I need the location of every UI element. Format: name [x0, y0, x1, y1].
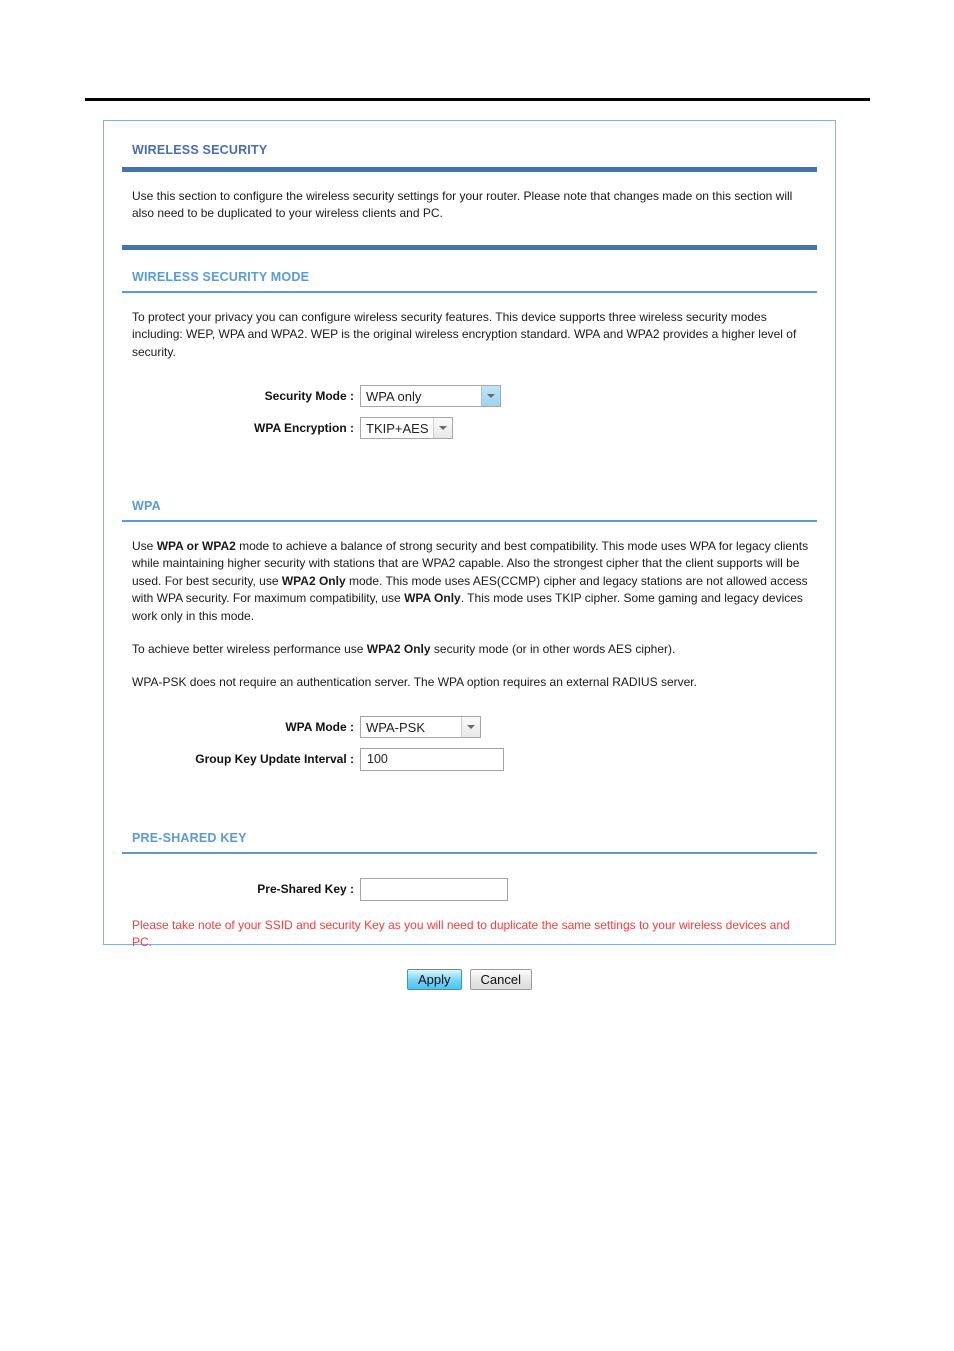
security-warning-text: Please take note of your SSID and securi…	[132, 917, 790, 950]
wpa-encryption-value: TKIP+AES	[366, 421, 429, 437]
security-mode-select[interactable]: WPA only	[360, 384, 501, 407]
page-title: WIRELESS SECURITY	[132, 143, 268, 157]
wpa-desc2-t2: security mode (or in other words AES cip…	[430, 641, 676, 656]
wpa-mode-value: WPA-PSK	[366, 720, 425, 736]
apply-button[interactable]: Apply	[407, 969, 462, 991]
security-mode-label: Security Mode :	[264, 388, 354, 403]
wpa-encryption-label: WPA Encryption :	[254, 420, 354, 435]
wpa-encryption-row: WPA Encryption : TKIP+AES	[122, 416, 817, 439]
section-heading-wpa: WPA	[132, 498, 161, 513]
security-mode-divider	[122, 290, 817, 293]
chevron-down-icon[interactable]	[481, 385, 500, 406]
section-heading-security-mode: WIRELESS SECURITY MODE	[132, 269, 310, 284]
preshared-key-input[interactable]	[360, 877, 508, 901]
wpa-description-1: Use WPA or WPA2 mode to achieve a balanc…	[122, 538, 817, 625]
security-mode-row: Security Mode : WPA only	[122, 384, 817, 407]
wpa-desc1-b3: WPA Only	[404, 591, 461, 606]
wpa-mode-select[interactable]: WPA-PSK	[360, 715, 481, 738]
title-divider	[122, 167, 817, 172]
cancel-button[interactable]: Cancel	[469, 969, 532, 991]
wpa-desc1-t1: Use	[132, 538, 157, 553]
wpa-divider	[122, 519, 817, 522]
section-heading-preshared-key: PRE-SHARED KEY	[132, 830, 247, 845]
group-key-label: Group Key Update Interval :	[195, 752, 354, 767]
chevron-down-icon[interactable]	[433, 417, 452, 438]
wpa-description-2: To achieve better wireless performance u…	[122, 641, 817, 658]
wireless-security-panel: WIRELESS SECURITY Use this section to co…	[103, 120, 836, 991]
security-mode-value: WPA only	[366, 389, 422, 405]
wpa-description-3: WPA-PSK does not require an authenticati…	[132, 675, 697, 690]
wpa-mode-row: WPA Mode : WPA-PSK	[122, 715, 817, 738]
wpa-desc1-b2: WPA2 Only	[281, 573, 346, 588]
preshared-key-label: Pre-Shared Key :	[257, 882, 354, 897]
wpa-desc2-t1: To achieve better wireless performance u…	[132, 641, 367, 656]
form-actions: Apply Cancel	[122, 969, 817, 991]
wpa-desc1-b1: WPA or WPA2	[156, 538, 236, 553]
group-key-row: Group Key Update Interval : 100	[122, 747, 817, 771]
wpa-desc2-b1: WPA2 Only	[366, 641, 431, 656]
group-key-input[interactable]: 100	[360, 747, 504, 771]
chevron-down-icon[interactable]	[461, 716, 480, 737]
intro-text: Use this section to configure the wirele…	[132, 189, 793, 221]
page-top-divider	[85, 98, 870, 101]
preshared-key-row: Pre-Shared Key :	[122, 877, 817, 901]
wpa-mode-label: WPA Mode :	[285, 719, 354, 734]
security-mode-description: To protect your privacy you can configur…	[132, 309, 797, 359]
wpa-encryption-select[interactable]: TKIP+AES	[360, 416, 453, 439]
